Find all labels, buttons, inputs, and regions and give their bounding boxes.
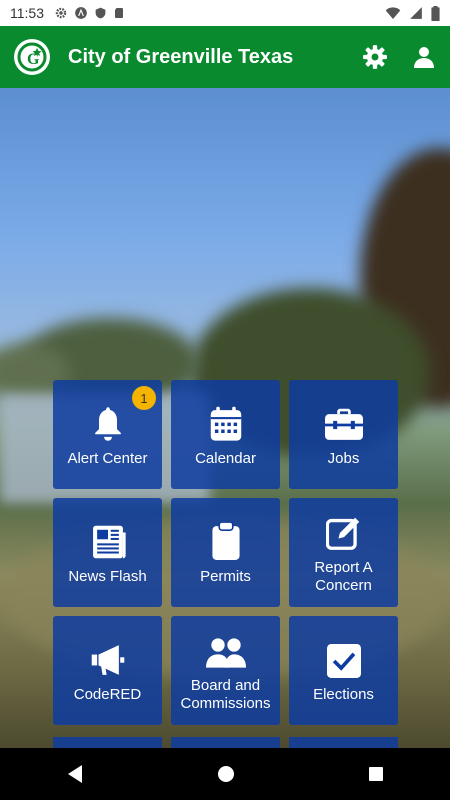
wifi-icon: [385, 7, 401, 19]
partial-tile[interactable]: [289, 737, 398, 748]
system-nav-bar: [0, 748, 450, 800]
status-time: 11:53: [10, 5, 44, 21]
partial-tile[interactable]: [171, 737, 280, 748]
codered-tile[interactable]: CodeRED: [53, 616, 162, 725]
sdcard-status-icon: [115, 8, 123, 18]
battery-icon: [431, 5, 440, 21]
account-person-icon[interactable]: [412, 44, 436, 70]
tile-label: CodeRED: [73, 685, 142, 703]
city-logo-icon: G: [14, 39, 50, 75]
settings-gear-icon[interactable]: [362, 44, 388, 70]
tile-label: Report A Concern: [314, 558, 373, 594]
edit-pencil-icon: [325, 517, 359, 550]
elections-tile[interactable]: Elections: [289, 616, 398, 725]
tile-label: Alert Center: [67, 449, 148, 467]
jobs-tile[interactable]: Jobs: [289, 380, 398, 489]
checkbox-icon: [326, 643, 361, 678]
tile-label: Jobs: [327, 449, 360, 467]
settings-status-icon: [55, 7, 67, 19]
tile-label: Permits: [200, 567, 251, 585]
board-commissions-tile[interactable]: Board and Commissions: [171, 616, 280, 725]
tile-label: Calendar: [195, 449, 256, 467]
home-circle-icon[interactable]: [217, 765, 235, 783]
report-concern-tile[interactable]: Report A Concern: [289, 498, 398, 607]
newspaper-icon: [92, 525, 126, 558]
tile-label: Elections: [313, 685, 374, 703]
bell-icon: [94, 406, 121, 441]
megaphone-icon: [91, 644, 124, 675]
toolbox-icon: [324, 408, 363, 440]
news-flash-tile[interactable]: News Flash: [53, 498, 162, 607]
app-bar: G City of Greenville Texas: [0, 26, 450, 88]
calendar-icon: [210, 406, 241, 441]
partial-tile[interactable]: [53, 737, 162, 748]
clipboard-icon: [211, 521, 240, 560]
app-title: City of Greenville Texas: [68, 45, 294, 68]
recents-square-icon[interactable]: [368, 766, 384, 782]
calendar-tile[interactable]: Calendar: [171, 380, 280, 489]
signal-icon: [410, 7, 422, 19]
menu-grid: 1 Alert Center Calendar Jobs News Flash …: [53, 380, 399, 725]
back-triangle-icon[interactable]: [66, 764, 84, 784]
a-status-icon: [75, 7, 87, 19]
tile-label: Board and Commissions: [180, 676, 271, 712]
permits-tile[interactable]: Permits: [171, 498, 280, 607]
people-group-icon: [205, 637, 246, 668]
alert-count-badge: 1: [132, 386, 156, 410]
status-bar: 11:53: [0, 0, 450, 26]
alert-center-tile[interactable]: 1 Alert Center: [53, 380, 162, 489]
tile-label: News Flash: [68, 567, 147, 585]
shield-status-icon: [95, 7, 106, 19]
